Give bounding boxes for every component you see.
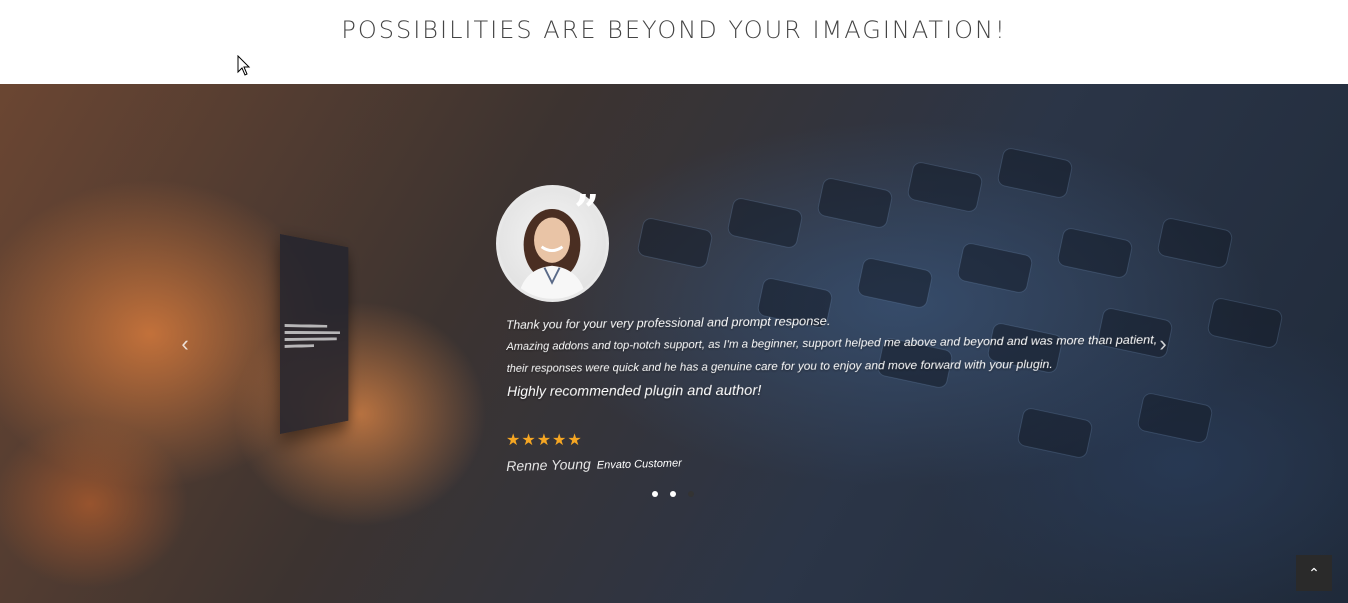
- testimonial-text: Thank you for your very professional and…: [506, 304, 1207, 402]
- section-header: POSSIBILITIES ARE BEYOND YOUR IMAGINATIO…: [0, 0, 1348, 84]
- author-role: Envato Customer: [596, 457, 682, 472]
- pagination-dot[interactable]: [670, 491, 676, 497]
- testimonial-line: Highly recommended plugin and author!: [506, 381, 762, 400]
- pagination-dot[interactable]: [688, 491, 694, 497]
- side-slide-preview[interactable]: [280, 234, 349, 434]
- chevron-up-icon: ⌃: [1308, 565, 1320, 581]
- rating-stars: ★★★★★: [506, 432, 583, 449]
- chevron-right-icon[interactable]: ›: [1154, 333, 1172, 355]
- testimonial-slider: ” Thank you for your very professional a…: [0, 84, 1348, 603]
- scroll-to-top-button[interactable]: ⌃: [1296, 555, 1332, 591]
- mouse-cursor-icon: [237, 55, 251, 76]
- author-name: Renne Young: [506, 455, 591, 474]
- chevron-left-icon[interactable]: ‹: [176, 333, 194, 355]
- pagination-dot[interactable]: [652, 491, 658, 497]
- page-title: POSSIBILITIES ARE BEYOND YOUR IMAGINATIO…: [341, 16, 1007, 44]
- quote-icon: ”: [574, 186, 600, 237]
- slider-pagination: [652, 491, 694, 497]
